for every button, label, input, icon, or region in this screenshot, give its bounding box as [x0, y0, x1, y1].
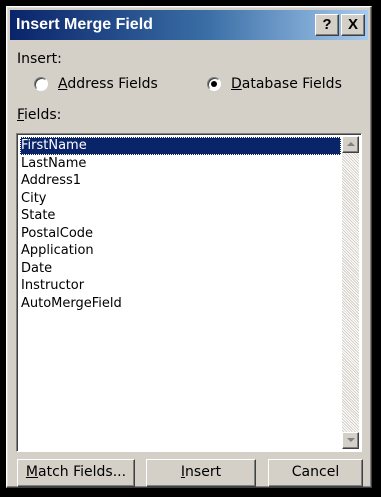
insert-button[interactable]: Insert [146, 459, 256, 487]
address-fields-radio[interactable]: Address Fields [34, 76, 158, 92]
title-bar[interactable]: Insert Merge Field ? X [10, 10, 368, 40]
list-item[interactable]: City [20, 190, 341, 208]
address-fields-label: Address Fields [58, 76, 158, 92]
match-fields-button[interactable]: Match Fields... [17, 459, 135, 487]
list-item[interactable]: AutoMergeField [20, 295, 341, 313]
chevron-down-icon [347, 438, 355, 442]
fields-label: Fields: [17, 107, 62, 123]
scroll-down-button[interactable] [342, 432, 359, 449]
scroll-up-button[interactable] [342, 136, 359, 153]
help-button[interactable]: ? [315, 14, 339, 36]
fields-listbox[interactable]: FirstName LastName Address1 City State Postal… [16, 133, 362, 452]
list-item[interactable]: Date [20, 260, 341, 278]
address-fields-radio-button[interactable] [34, 77, 48, 91]
database-fields-radio-button[interactable] [207, 77, 221, 91]
list-item[interactable]: State [20, 207, 341, 225]
list-item[interactable]: PostalCode [20, 225, 341, 243]
list-item[interactable]: LastName [20, 155, 341, 173]
database-fields-radio[interactable]: Database Fields [207, 76, 342, 92]
cancel-button[interactable]: Cancel [268, 459, 363, 487]
window-title: Insert Merge Field [16, 16, 153, 33]
database-fields-label: Database Fields [231, 76, 342, 92]
list-item[interactable]: FirstName [20, 137, 341, 155]
list-item[interactable]: Address1 [20, 172, 341, 190]
list-item[interactable]: Instructor [20, 277, 341, 295]
insert-label: Insert: [17, 51, 62, 67]
vertical-scrollbar[interactable] [342, 136, 359, 449]
chevron-up-icon [347, 142, 355, 146]
fields-list: FirstName LastName Address1 City State Postal… [20, 137, 341, 312]
list-item[interactable]: Application [20, 242, 341, 260]
insert-merge-field-dialog: Insert Merge Field ? X Insert: Address F… [6, 6, 372, 488]
close-button[interactable]: X [341, 14, 365, 36]
